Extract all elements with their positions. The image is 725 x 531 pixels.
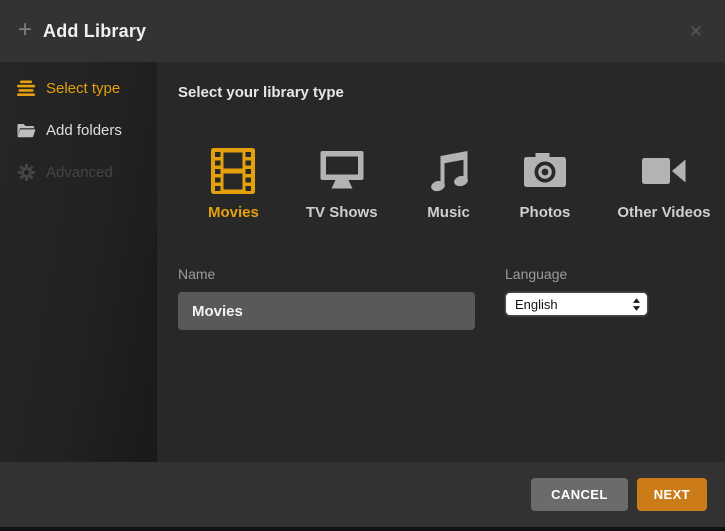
add-library-dialog: + Add Library ✕ Select type bbox=[0, 0, 725, 531]
library-type-picker: Movies TV Shows bbox=[208, 147, 725, 221]
type-option-label: TV Shows bbox=[306, 204, 378, 221]
language-field-label: Language bbox=[505, 266, 665, 282]
sidebar-item-label: Add folders bbox=[46, 122, 122, 139]
type-option-photos[interactable]: Photos bbox=[520, 147, 571, 221]
type-option-label: Movies bbox=[208, 204, 259, 221]
sidebar-item-label: Select type bbox=[46, 80, 120, 97]
next-button[interactable]: NEXT bbox=[637, 478, 707, 511]
music-note-icon bbox=[425, 147, 473, 195]
name-field-label: Name bbox=[178, 266, 475, 282]
plus-icon: + bbox=[18, 18, 32, 42]
camera-icon bbox=[521, 147, 569, 195]
panel-heading: Select your library type bbox=[178, 84, 725, 101]
language-select[interactable]: English bbox=[505, 292, 648, 316]
library-name-input[interactable] bbox=[178, 292, 475, 330]
film-strip-icon bbox=[209, 147, 257, 195]
dialog-header: + Add Library ✕ bbox=[0, 0, 725, 62]
language-selected-value: English bbox=[515, 297, 632, 312]
folder-icon bbox=[16, 122, 36, 138]
list-lines-icon bbox=[16, 80, 36, 96]
close-icon[interactable]: ✕ bbox=[685, 19, 707, 44]
gear-icon bbox=[16, 164, 36, 181]
type-option-other-videos[interactable]: Other Videos bbox=[617, 147, 710, 221]
sidebar-item-label: Advanced bbox=[46, 164, 113, 181]
type-option-label: Photos bbox=[520, 204, 571, 221]
sidebar-item-advanced: Advanced bbox=[0, 158, 157, 186]
dialog-bottom-edge bbox=[0, 527, 725, 531]
type-option-label: Other Videos bbox=[617, 204, 710, 221]
tv-monitor-icon bbox=[318, 147, 366, 195]
wizard-steps-sidebar: Select type Add folders bbox=[0, 62, 157, 462]
up-down-stepper-icon bbox=[632, 297, 641, 312]
dialog-footer: CANCEL NEXT bbox=[0, 462, 725, 527]
type-option-tv-shows[interactable]: TV Shows bbox=[306, 147, 378, 221]
sidebar-item-add-folders[interactable]: Add folders bbox=[0, 116, 157, 144]
video-camera-icon bbox=[640, 147, 688, 195]
type-option-label: Music bbox=[427, 204, 470, 221]
type-option-music[interactable]: Music bbox=[425, 147, 473, 221]
library-fields: Name Language English bbox=[178, 266, 725, 330]
type-option-movies[interactable]: Movies bbox=[208, 147, 259, 221]
cancel-button[interactable]: CANCEL bbox=[531, 478, 628, 511]
sidebar-item-select-type[interactable]: Select type bbox=[0, 74, 157, 102]
dialog-body: Select type Add folders bbox=[0, 62, 725, 462]
dialog-title: Add Library bbox=[43, 21, 146, 42]
select-type-panel: Select your library type bbox=[157, 62, 725, 462]
